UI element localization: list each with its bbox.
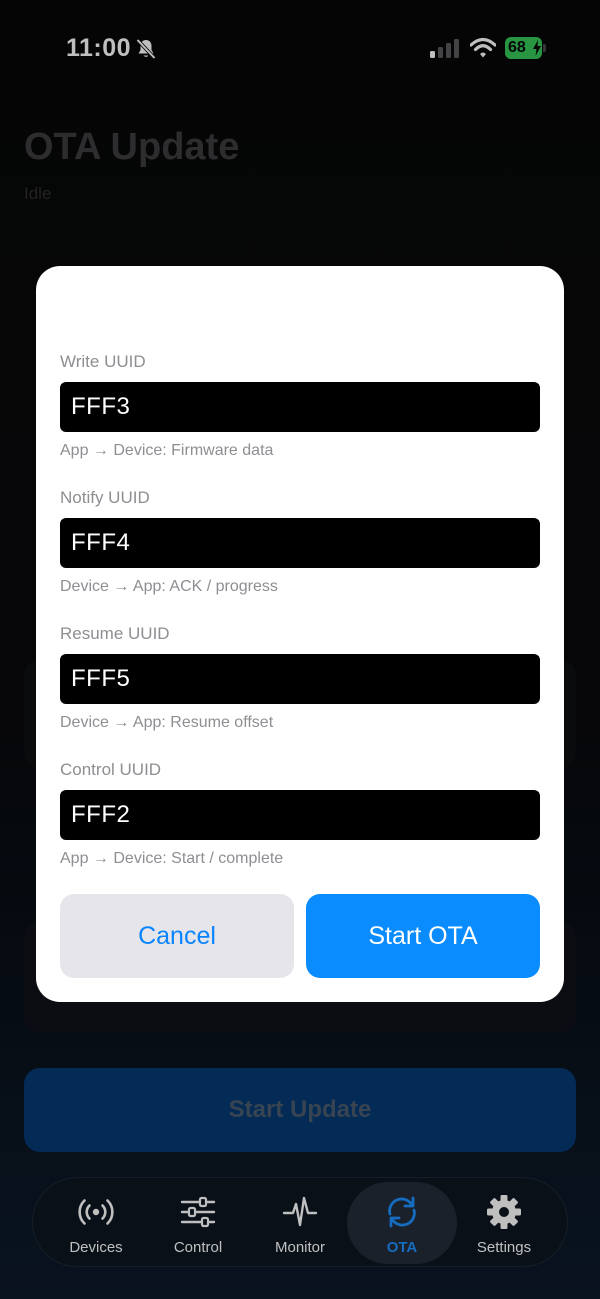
resume-uuid-input[interactable] [60, 654, 540, 704]
cancel-button[interactable]: Cancel [60, 894, 294, 978]
uuid-config-dialog: Write UUID App → Device: Firmware data N… [36, 266, 564, 1002]
resume-uuid-label: Resume UUID [60, 624, 170, 643]
control-uuid-label: Control UUID [60, 760, 162, 779]
write-uuid-label: Write UUID [60, 352, 146, 371]
notify-uuid-help: Device → App: ACK / progress [60, 578, 278, 595]
resume-uuid-help: Device → App: Resume offset [60, 714, 274, 731]
control-uuid-input[interactable] [60, 790, 540, 840]
start-ota-button[interactable]: Start OTA [306, 894, 540, 978]
notify-uuid-label: Notify UUID [60, 488, 150, 507]
control-uuid-help: App → Device: Start / complete [60, 850, 284, 867]
notify-uuid-input[interactable] [60, 518, 540, 568]
write-uuid-input[interactable] [60, 382, 540, 432]
write-uuid-help: App → Device: Firmware data [60, 442, 274, 459]
